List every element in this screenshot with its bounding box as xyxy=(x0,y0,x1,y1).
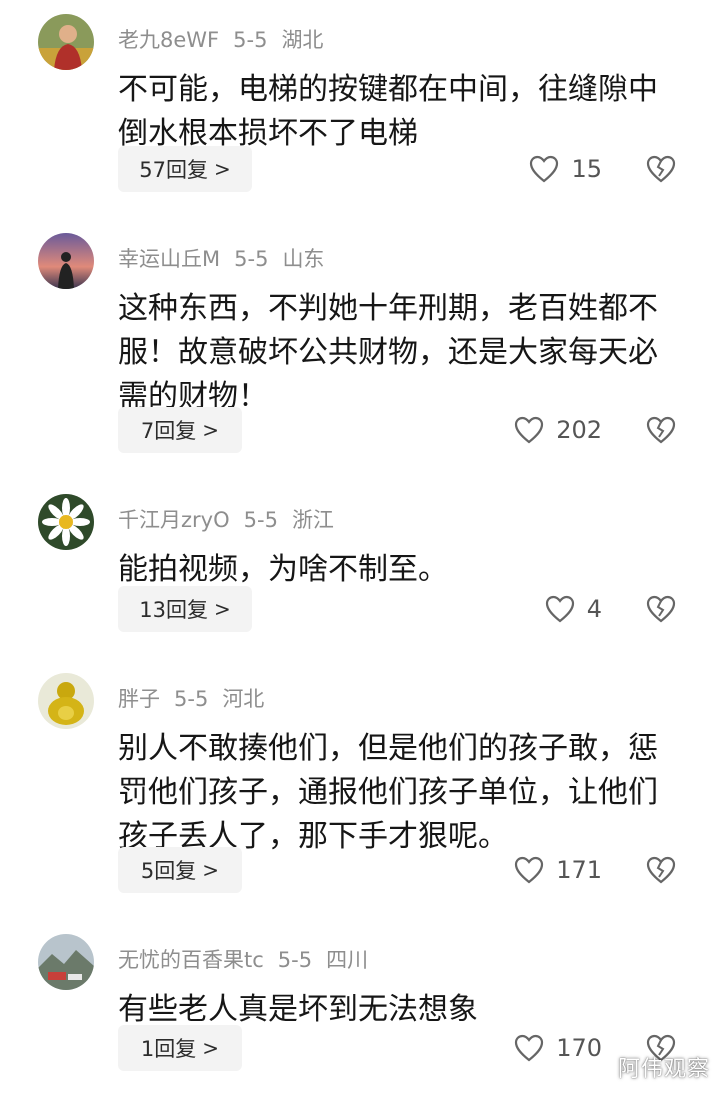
view-replies-button[interactable]: 13回复 > xyxy=(118,586,252,632)
dislike-button[interactable] xyxy=(646,847,678,893)
like-count: 170 xyxy=(556,1034,602,1062)
daisy-flower-avatar-icon xyxy=(38,494,94,550)
comment-date: 5-5 xyxy=(277,948,313,972)
comment-date: 5-5 xyxy=(243,508,278,532)
broken-heart-icon xyxy=(646,595,676,623)
chevron-right-icon: > xyxy=(213,157,231,181)
user-avatar[interactable] xyxy=(38,934,94,990)
username[interactable]: 老九8eWF xyxy=(118,28,219,52)
heart-outline-icon xyxy=(515,856,544,884)
comment-date: 5-5 xyxy=(174,687,209,711)
like-button[interactable]: 202 xyxy=(514,407,602,453)
comment-location: 河北 xyxy=(222,687,265,711)
like-button[interactable]: 170 xyxy=(514,1025,602,1071)
golden-buddha-avatar-icon xyxy=(38,673,94,729)
heart-outline-icon xyxy=(545,595,574,623)
landscape-photo-avatar-icon xyxy=(38,934,94,990)
user-avatar[interactable] xyxy=(38,673,94,729)
like-button[interactable]: 15 xyxy=(529,146,602,192)
reply-count-label: 5回复 xyxy=(140,859,197,883)
person-field-avatar-icon xyxy=(38,14,94,70)
comment-meta: 千江月zryO 5-5 浙江 xyxy=(118,506,348,534)
chevron-right-icon: > xyxy=(213,597,231,621)
view-replies-button[interactable]: 57回复 > xyxy=(118,146,252,192)
comment-meta: 幸运山丘M 5-5 山东 xyxy=(118,245,338,273)
reply-count-label: 1回复 xyxy=(140,1037,197,1061)
chevron-right-icon: > xyxy=(202,858,220,882)
username[interactable]: 幸运山丘M xyxy=(118,247,220,271)
like-button[interactable]: 171 xyxy=(514,847,602,893)
chevron-right-icon: > xyxy=(202,1036,220,1060)
username[interactable]: 无忧的百香果tc xyxy=(118,948,264,972)
comment-location: 浙江 xyxy=(291,508,334,532)
user-avatar[interactable] xyxy=(38,14,94,70)
comment-meta: 胖子 5-5 河北 xyxy=(118,685,278,713)
heart-outline-icon xyxy=(530,155,559,183)
reply-count-label: 7回复 xyxy=(140,419,197,443)
comment-date: 5-5 xyxy=(234,247,269,271)
comment-text: 别人不敢揍他们，但是他们的孩子敢，惩罚他们孩子，通报他们孩子单位，让他们孩子丢人… xyxy=(118,731,658,854)
comment-text: 不可能，电梯的按键都在中间，往缝隙中倒水根本损坏不了电梯 xyxy=(118,72,658,151)
like-count: 4 xyxy=(586,595,602,623)
user-avatar[interactable] xyxy=(38,494,94,550)
comment-location: 四川 xyxy=(326,948,369,972)
comment-meta: 老九8eWF 5-5 湖北 xyxy=(118,26,337,54)
username[interactable]: 胖子 xyxy=(118,687,160,711)
username[interactable]: 千江月zryO xyxy=(118,508,230,532)
view-replies-button[interactable]: 7回复 > xyxy=(118,407,242,453)
watermark: 阿伟观察 xyxy=(617,1057,710,1082)
like-count: 202 xyxy=(556,416,602,444)
like-count: 15 xyxy=(571,155,602,183)
like-button[interactable]: 4 xyxy=(545,586,602,632)
heart-outline-icon xyxy=(515,1034,544,1062)
sunset-silhouette-avatar-icon xyxy=(38,233,94,289)
broken-heart-icon xyxy=(646,416,676,444)
user-avatar[interactable] xyxy=(38,233,94,289)
view-replies-button[interactable]: 1回复 > xyxy=(118,1025,242,1071)
comment-text: 这种东西，不判她十年刑期，老百姓都不服！故意破坏公共财物，还是大家每天必需的财物… xyxy=(118,291,658,414)
heart-outline-icon xyxy=(515,416,544,444)
comment-meta: 无忧的百香果tc 5-5 四川 xyxy=(118,946,382,974)
dislike-button[interactable] xyxy=(646,407,678,453)
comment-date: 5-5 xyxy=(233,28,268,52)
comment-location: 湖北 xyxy=(281,28,324,52)
broken-heart-icon xyxy=(646,155,676,183)
reply-count-label: 57回复 xyxy=(139,158,208,182)
reply-count-label: 13回复 xyxy=(139,598,208,622)
like-count: 171 xyxy=(556,856,602,884)
comment-location: 山东 xyxy=(282,247,325,271)
broken-heart-icon xyxy=(646,856,676,884)
dislike-button[interactable] xyxy=(646,146,678,192)
chevron-right-icon: > xyxy=(202,418,220,442)
view-replies-button[interactable]: 5回复 > xyxy=(118,847,242,893)
dislike-button[interactable] xyxy=(646,586,678,632)
